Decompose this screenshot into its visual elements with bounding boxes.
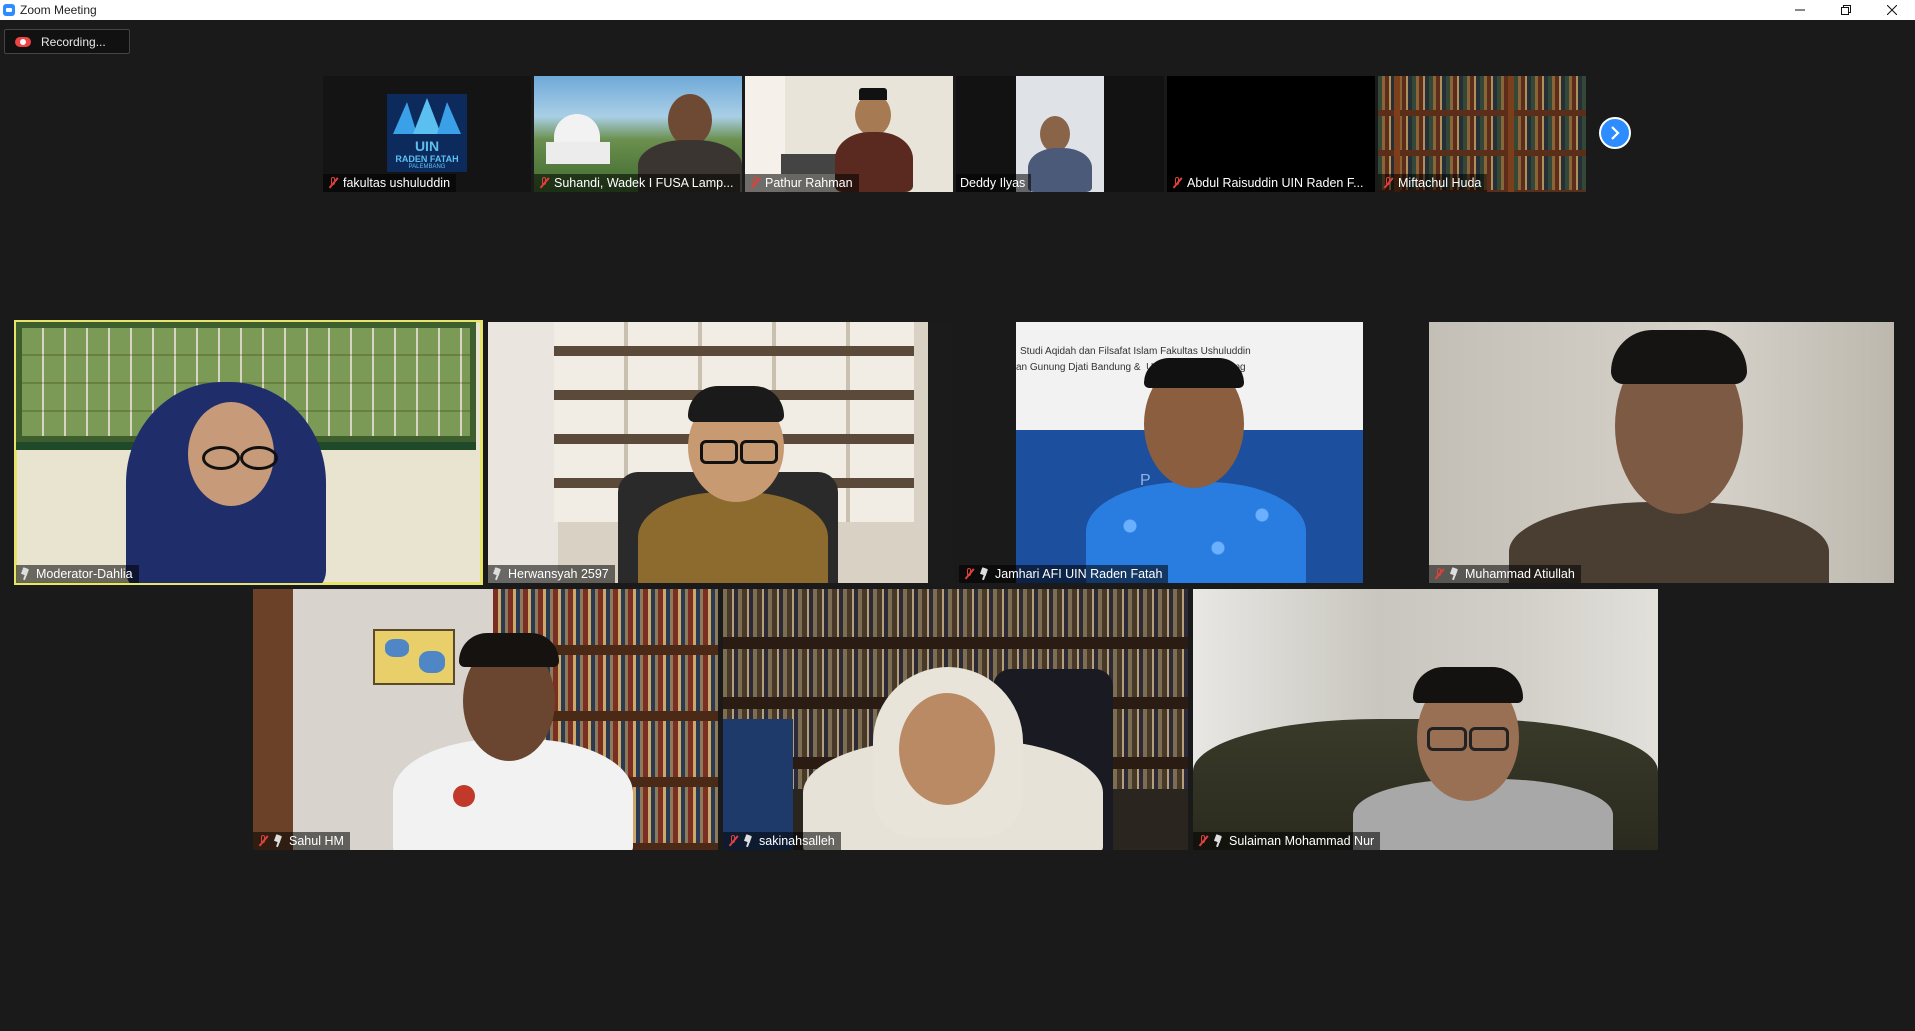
mic-off-icon (257, 835, 269, 847)
recording-indicator[interactable]: Recording... (4, 29, 130, 54)
participant-label: Abdul Raisuddin UIN Raden F... (1167, 174, 1370, 192)
record-icon (15, 36, 31, 48)
thumbnail-abdul-raisuddin[interactable]: Abdul Raisuddin UIN Raden F... (1167, 76, 1375, 192)
participant-label: sakinahsalleh (723, 832, 841, 850)
participant-label: fakultas ushuluddin (323, 174, 457, 192)
chevron-right-icon (1611, 126, 1620, 140)
pin-icon (1449, 568, 1459, 580)
pin-icon (492, 568, 502, 580)
zoom-app-icon (3, 4, 15, 16)
pin-icon (979, 568, 989, 580)
logo-city: PALEMBANG (408, 164, 446, 170)
thumbnail-fakultas-ushuluddin[interactable]: UIN RADEN FATAH PALEMBANG fakultas ushul… (323, 76, 531, 192)
participant-label: Sulaiman Mohammad Nur (1193, 832, 1381, 850)
video-tile-herwansyah[interactable]: Herwansyah 2597 (488, 322, 953, 583)
minimize-button[interactable] (1777, 0, 1823, 20)
banner-text-1: Studi Aqidah dan Filsafat Islam Fakultas… (1020, 346, 1251, 357)
mic-off-icon (1197, 835, 1209, 847)
video-tile-sahul-hm[interactable]: Sahul HM (253, 589, 718, 850)
thumbnail-pathur-rahman[interactable]: Pathur Rahman (745, 76, 953, 192)
mic-off-icon (727, 835, 739, 847)
mic-off-icon (963, 568, 975, 580)
thumbnail-deddy-ilyas[interactable]: Deddy Ilyas (956, 76, 1164, 192)
window-title: Zoom Meeting (20, 3, 97, 17)
minimize-icon (1795, 9, 1805, 11)
participant-name: fakultas ushuluddin (343, 176, 451, 190)
participant-label: Herwansyah 2597 (488, 565, 615, 583)
logo-subtext: RADEN FATAH (395, 154, 459, 164)
thumbnail-suhandi[interactable]: Suhandi, Wadek I FUSA Lamp... (534, 76, 742, 192)
participant-name: Muhammad Atiullah (1465, 567, 1575, 581)
participant-label: Deddy Ilyas (956, 174, 1032, 192)
video-tile-muhammad-atiullah[interactable]: Muhammad Atiullah (1429, 322, 1894, 583)
participant-name: Moderator-Dahlia (36, 567, 133, 581)
window-controls (1777, 0, 1915, 20)
participant-label: Jamhari AFI UIN Raden Fatah (959, 565, 1169, 583)
recording-label: Recording... (41, 34, 106, 49)
participant-name: Pathur Rahman (765, 176, 853, 190)
logo-text: UIN (414, 138, 440, 154)
mic-off-icon (749, 177, 761, 189)
pin-icon (1213, 835, 1223, 847)
next-page-button[interactable] (1599, 117, 1631, 149)
restore-icon (1841, 5, 1851, 15)
participant-name: Miftachul Huda (1398, 176, 1482, 190)
participant-label: Pathur Rahman (745, 174, 859, 192)
participant-name: Deddy Ilyas (960, 176, 1026, 190)
participant-name: Abdul Raisuddin UIN Raden F... (1187, 176, 1364, 190)
participant-label: Muhammad Atiullah (1429, 565, 1581, 583)
participant-name: Sulaiman Mohammad Nur (1229, 834, 1375, 848)
world-map (373, 629, 455, 685)
close-button[interactable] (1869, 0, 1915, 20)
mic-off-icon (538, 177, 550, 189)
video-tile-sakinahsalleh[interactable]: sakinahsalleh (723, 589, 1188, 850)
participant-name: Sahul HM (289, 834, 344, 848)
video-tile-moderator-dahlia[interactable]: Moderator-Dahlia (14, 320, 483, 585)
participant-label: Suhandi, Wadek I FUSA Lamp... (534, 174, 740, 192)
mic-off-icon (1171, 177, 1183, 189)
close-icon (1887, 5, 1897, 15)
mic-off-icon (1382, 177, 1394, 189)
participant-name: Herwansyah 2597 (508, 567, 609, 581)
thumbnail-miftachul-huda[interactable]: Miftachul Huda (1378, 76, 1586, 192)
video-tile-jamhari[interactable]: Studi Aqidah dan Filsafat Islam Fakultas… (959, 322, 1424, 583)
uin-logo: UIN RADEN FATAH PALEMBANG (387, 94, 467, 172)
participant-name: sakinahsalleh (759, 834, 835, 848)
participant-label: Sahul HM (253, 832, 350, 850)
title-bar: Zoom Meeting (0, 0, 1915, 20)
mic-off-icon (1433, 568, 1445, 580)
participant-name: Jamhari AFI UIN Raden Fatah (995, 567, 1163, 581)
pin-icon (20, 568, 30, 580)
mosque-dome (554, 114, 600, 144)
pin-icon (743, 835, 753, 847)
participant-name: Suhandi, Wadek I FUSA Lamp... (554, 176, 734, 190)
participant-label: Miftachul Huda (1378, 174, 1488, 192)
video-tile-sulaiman[interactable]: Sulaiman Mohammad Nur (1193, 589, 1658, 850)
pin-icon (273, 835, 283, 847)
participant-label: Moderator-Dahlia (16, 565, 139, 583)
mic-off-icon (327, 177, 339, 189)
restore-button[interactable] (1823, 0, 1869, 20)
